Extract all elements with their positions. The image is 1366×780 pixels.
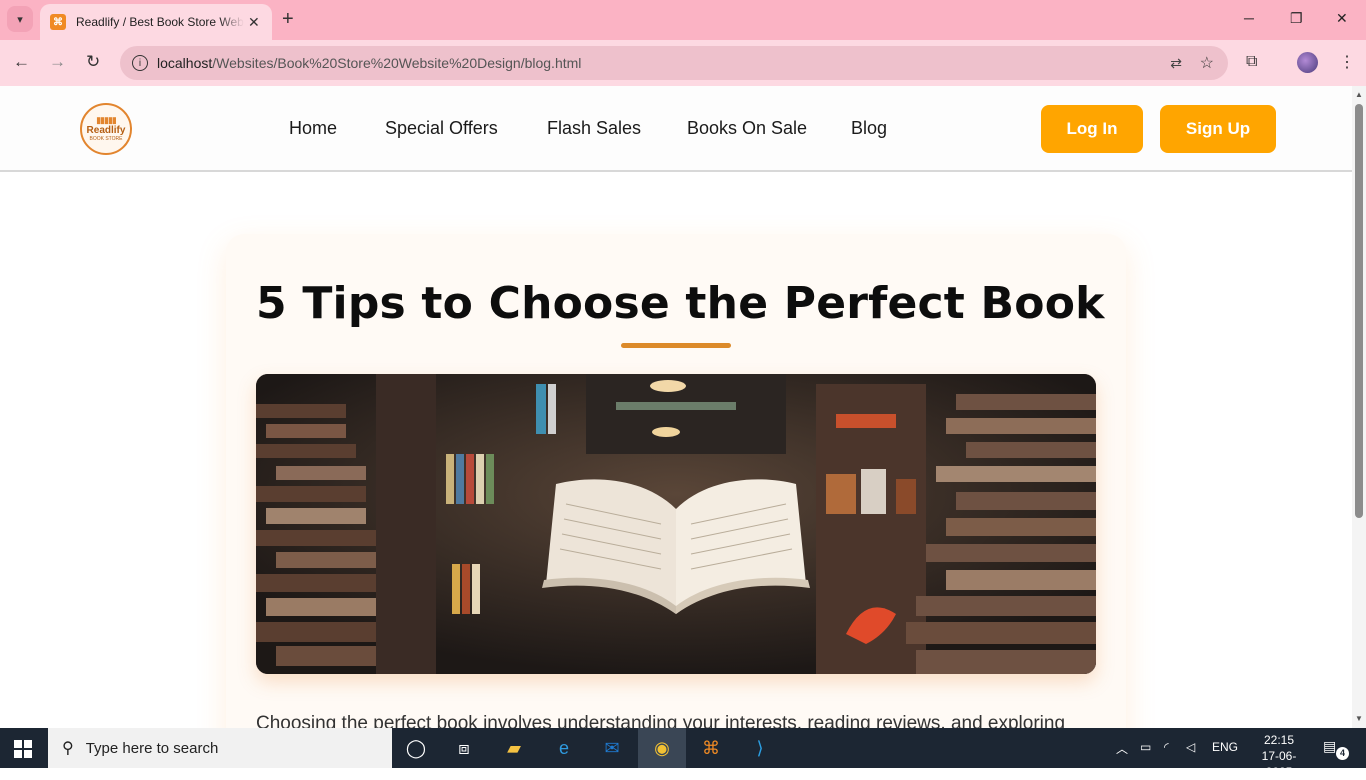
site-header: ▮▮▮▮▮ Readlify BOOK STORE Home Special O… bbox=[0, 86, 1352, 172]
scrollbar-thumb[interactable] bbox=[1355, 104, 1363, 518]
tab-close-icon[interactable]: ✕ bbox=[248, 14, 260, 31]
cortana-icon[interactable]: ◯ bbox=[402, 734, 430, 762]
task-view-icon[interactable]: ⧈ bbox=[450, 734, 478, 762]
browser-tab-bar: ▾ ⌘ Readlify / Best Book Store Website ✕… bbox=[0, 0, 1366, 40]
nav-flash-sales[interactable]: Flash Sales bbox=[547, 118, 641, 139]
page-scrollbar[interactable]: ▲ ▼ bbox=[1352, 86, 1366, 728]
library-book-illustration bbox=[256, 374, 1096, 674]
login-button[interactable]: Log In bbox=[1041, 105, 1143, 153]
address-bar[interactable]: i localhost/Websites/Book%20Store%20Webs… bbox=[120, 46, 1228, 80]
nav-special-offers[interactable]: Special Offers bbox=[385, 118, 498, 139]
new-tab-button[interactable]: + bbox=[282, 8, 294, 31]
book-shelf-icon: ▮▮▮▮▮ bbox=[96, 115, 117, 125]
site-favicon-icon: ⌘ bbox=[50, 14, 66, 30]
restore-icon[interactable]: ❐ bbox=[1290, 10, 1303, 27]
file-explorer-icon[interactable]: ▰ bbox=[500, 734, 528, 762]
post-hero-image bbox=[256, 374, 1096, 674]
scroll-up-icon[interactable]: ▲ bbox=[1355, 90, 1363, 99]
window-close-icon[interactable]: ✕ bbox=[1336, 10, 1348, 27]
tab-search-dropdown[interactable]: ▾ bbox=[7, 6, 33, 32]
battery-icon[interactable]: ▭ bbox=[1140, 740, 1151, 754]
reload-icon[interactable]: ↻ bbox=[86, 52, 100, 72]
chrome-icon[interactable]: ◉ bbox=[648, 734, 676, 762]
volume-icon[interactable]: ◁ bbox=[1186, 740, 1195, 754]
site-logo[interactable]: ▮▮▮▮▮ Readlify BOOK STORE bbox=[80, 103, 132, 155]
language-indicator[interactable]: ENG bbox=[1212, 740, 1238, 754]
search-icon: ⚲ bbox=[62, 740, 74, 757]
minimize-icon[interactable]: ─ bbox=[1244, 10, 1254, 26]
translate-icon[interactable]: ⇄ bbox=[1170, 55, 1182, 72]
show-hidden-icons-icon[interactable]: ︿ bbox=[1116, 740, 1128, 757]
blog-post-card: 5 Tips to Choose the Perfect Book Choosi… bbox=[226, 234, 1126, 728]
logo-tagline: BOOK STORE bbox=[89, 136, 123, 142]
url-text[interactable]: localhost/Websites/Book%20Store%20Websit… bbox=[157, 55, 581, 71]
post-title: 5 Tips to Choose the Perfect Book bbox=[256, 278, 1105, 329]
taskbar-search[interactable]: ⚲ Type here to search bbox=[48, 728, 392, 768]
tab-title: Readlify / Best Book Store Website bbox=[76, 15, 244, 29]
windows-taskbar: ⚲ Type here to search ◯ ⧈ ▰ e ✉ ◉ ⌘ ⟩ ︿ … bbox=[0, 728, 1366, 779]
site-info-icon[interactable]: i bbox=[132, 55, 148, 71]
xampp-icon[interactable]: ⌘ bbox=[697, 734, 725, 762]
notification-center-icon[interactable]: ▤ 4 bbox=[1323, 738, 1349, 760]
edge-icon[interactable]: e bbox=[550, 734, 578, 762]
extensions-puzzle-icon[interactable]: ⧉ bbox=[1246, 53, 1257, 71]
clock-date: 17-06-2025 bbox=[1261, 749, 1297, 779]
browser-menu-icon[interactable]: ⋮ bbox=[1339, 52, 1355, 72]
nav-books-on-sale[interactable]: Books On Sale bbox=[687, 118, 807, 139]
signup-button[interactable]: Sign Up bbox=[1160, 105, 1276, 153]
windows-start-icon[interactable] bbox=[14, 740, 32, 758]
title-underline bbox=[621, 343, 731, 348]
logo-name: Readlify bbox=[86, 125, 126, 136]
bookmark-star-icon[interactable]: ☆ bbox=[1200, 53, 1214, 73]
clock-time: 22:15 bbox=[1263, 733, 1295, 747]
search-placeholder: Type here to search bbox=[85, 739, 219, 757]
scroll-down-icon[interactable]: ▼ bbox=[1355, 714, 1363, 723]
outlook-icon[interactable]: ✉ bbox=[598, 734, 626, 762]
post-intro-text: Choosing the perfect book involves under… bbox=[256, 713, 1066, 728]
notification-count: 4 bbox=[1336, 747, 1349, 760]
web-page: ▮▮▮▮▮ Readlify BOOK STORE Home Special O… bbox=[0, 86, 1352, 728]
nav-home[interactable]: Home bbox=[289, 118, 337, 139]
back-icon[interactable]: ← bbox=[13, 52, 30, 72]
nav-blog[interactable]: Blog bbox=[851, 118, 887, 139]
system-clock[interactable]: 22:15 17-06-2025 bbox=[1254, 732, 1304, 780]
browser-tab-active[interactable]: ⌘ Readlify / Best Book Store Website ✕ bbox=[40, 4, 272, 40]
forward-icon[interactable]: → bbox=[49, 52, 66, 72]
wifi-icon[interactable]: ◜ bbox=[1164, 740, 1169, 754]
profile-avatar[interactable] bbox=[1297, 52, 1318, 73]
vscode-icon[interactable]: ⟩ bbox=[746, 734, 774, 762]
